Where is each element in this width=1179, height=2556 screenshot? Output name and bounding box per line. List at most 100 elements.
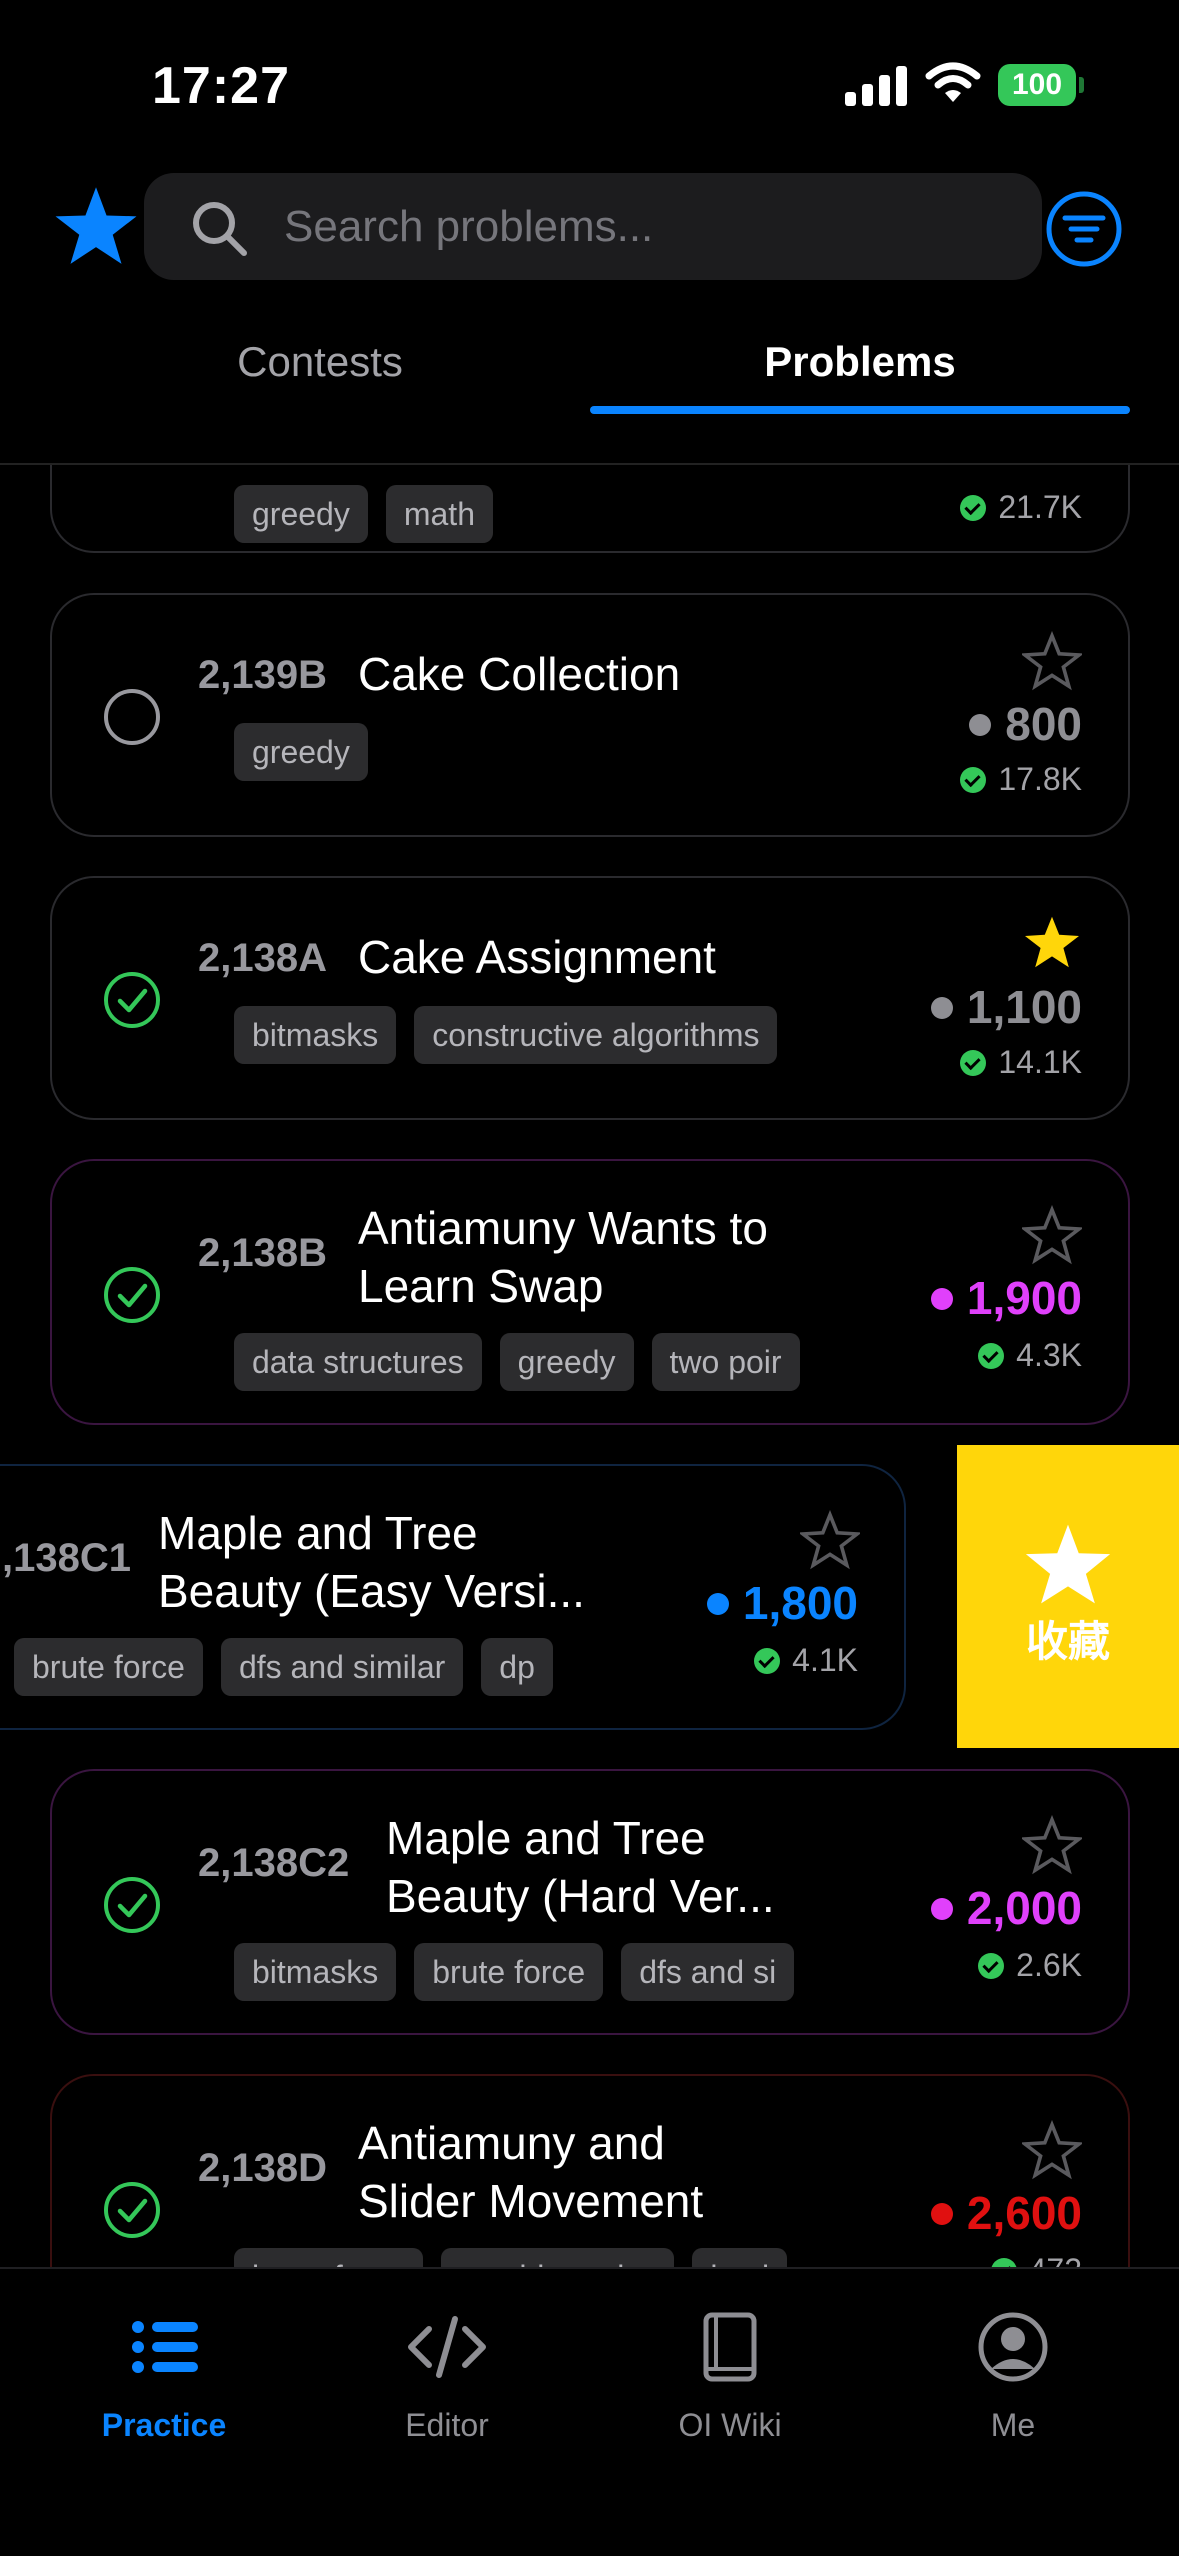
filter-icon[interactable] bbox=[1045, 190, 1123, 268]
search-input[interactable] bbox=[284, 173, 1004, 280]
solved-checkmark-icon bbox=[104, 972, 160, 1028]
solved-check-icon bbox=[978, 1953, 1005, 1979]
tab-me[interactable]: Me bbox=[873, 2269, 1153, 2469]
problem-rating: 2,600 bbox=[930, 2186, 1082, 2240]
tag-list: greedy bbox=[234, 723, 368, 783]
search-icon bbox=[193, 202, 247, 256]
tab-label: Practice bbox=[101, 2407, 227, 2443]
solved-check-icon bbox=[960, 767, 987, 793]
problem-id: 2,138A bbox=[198, 936, 327, 980]
tag: dp bbox=[481, 1638, 553, 1696]
problem-card[interactable]: 2,138D Antiamuny and Slider Movement bru… bbox=[50, 2074, 1130, 2267]
tag: brute force bbox=[414, 1943, 604, 2001]
problem-title-line: Slider Movement bbox=[358, 2175, 704, 2227]
solved-count: 2.6K bbox=[978, 1947, 1082, 1984]
active-tab-indicator bbox=[590, 406, 1130, 414]
search-bar[interactable] bbox=[144, 173, 1042, 280]
problem-title: Maple and Tree Beauty (Easy Versi... bbox=[158, 1504, 585, 1620]
cellular-signal-icon bbox=[845, 66, 907, 106]
wifi-icon bbox=[925, 62, 981, 102]
tag: greedy bbox=[234, 723, 368, 781]
problem-rating: 1,800 bbox=[706, 1576, 858, 1630]
status-time: 17:27 bbox=[152, 57, 290, 115]
favorite-star-icon[interactable] bbox=[1022, 2120, 1082, 2180]
tag-list: brute force dfs and similar dp bbox=[14, 1638, 634, 1698]
problem-title-line: Antiamuny Wants to bbox=[358, 1202, 768, 1254]
problem-id: ,138C1 bbox=[2, 1536, 131, 1580]
tag: dfs and similar bbox=[220, 1638, 464, 1696]
rating-dot bbox=[930, 996, 953, 1019]
favorite-star-filled-icon[interactable] bbox=[1022, 912, 1082, 972]
problem-title-line: Beauty (Easy Versi... bbox=[158, 1565, 585, 1617]
solved-check-icon bbox=[978, 1343, 1005, 1369]
problem-title: Maple and Tree Beauty (Hard Ver... bbox=[386, 1809, 775, 1925]
tag-list: bitmasks constructive algorithms bbox=[234, 1006, 778, 1066]
problem-card[interactable]: 2,138B Antiamuny Wants to Learn Swap dat… bbox=[50, 1159, 1130, 1425]
problem-card-swiped[interactable]: ,138C1 Maple and Tree Beauty (Easy Versi… bbox=[0, 1464, 906, 1730]
problem-title-line: Maple and Tree bbox=[158, 1507, 478, 1559]
tab-contests[interactable]: Contests bbox=[60, 338, 580, 402]
favorites-star-icon[interactable] bbox=[52, 182, 140, 270]
problem-rating: 1,100 bbox=[930, 980, 1082, 1034]
tag-list: brute force combinatorics impl bbox=[234, 2248, 834, 2267]
tab-label: Me bbox=[990, 2407, 1036, 2443]
problem-rating: 1,900 bbox=[930, 1271, 1082, 1325]
problem-rating: 800 bbox=[969, 697, 1082, 751]
solved-checkmark-icon bbox=[104, 1267, 160, 1323]
tag-list: data structures greedy two poir bbox=[234, 1333, 842, 1393]
rating-dot bbox=[930, 1897, 953, 1920]
favorite-star-icon[interactable] bbox=[1022, 631, 1082, 691]
problem-list[interactable]: greedy math 21.7K 2,139B Cake Collection… bbox=[0, 465, 1179, 2267]
person-circle-icon bbox=[978, 2312, 1048, 2382]
tag: two poir bbox=[651, 1333, 800, 1391]
tag: greedy bbox=[234, 485, 368, 543]
book-icon bbox=[703, 2312, 757, 2382]
tab-label: Editor bbox=[405, 2407, 489, 2443]
list-icon bbox=[132, 2321, 198, 2373]
status-bar: 17:27 100 bbox=[0, 0, 1179, 160]
problem-rating: 2,000 bbox=[930, 1881, 1082, 1935]
tag: brute force bbox=[234, 2248, 423, 2267]
tag: dfs and si bbox=[621, 1943, 795, 2001]
problem-title: Antiamuny Wants to Learn Swap bbox=[358, 1199, 768, 1315]
tab-editor[interactable]: Editor bbox=[307, 2269, 587, 2469]
tab-problems[interactable]: Problems bbox=[590, 338, 1130, 402]
code-icon bbox=[408, 2316, 486, 2378]
problem-card[interactable]: 2,138C2 Maple and Tree Beauty (Hard Ver.… bbox=[50, 1769, 1130, 2035]
solved-count: 17.8K bbox=[960, 761, 1082, 798]
problem-title: Antiamuny and Slider Movement bbox=[358, 2114, 703, 2230]
favorite-action-label: 收藏 bbox=[1025, 1618, 1110, 1665]
tag: impl bbox=[692, 2248, 788, 2267]
battery-icon: 100 bbox=[998, 64, 1076, 106]
solved-checkmark-icon bbox=[104, 1877, 160, 1933]
favorite-swipe-action[interactable]: 收藏 bbox=[957, 1445, 1179, 1748]
favorite-star-icon[interactable] bbox=[800, 1510, 860, 1570]
problem-card[interactable]: greedy math 21.7K bbox=[50, 465, 1130, 553]
tag-list: bitmasks brute force dfs and si bbox=[234, 1943, 834, 2003]
rating-dot bbox=[706, 1592, 729, 1615]
favorite-star-icon[interactable] bbox=[1022, 1205, 1082, 1265]
solved-check-icon bbox=[754, 1648, 781, 1674]
star-icon bbox=[1025, 1524, 1111, 1604]
problem-title: Cake Collection bbox=[358, 648, 681, 700]
tab-oi-wiki[interactable]: OI Wiki bbox=[590, 2269, 870, 2469]
favorite-star-icon[interactable] bbox=[1022, 1815, 1082, 1875]
tab-bar: Practice Editor OI Wiki Me bbox=[0, 2267, 1179, 2556]
problem-id: 2,138B bbox=[198, 1231, 327, 1275]
tab-label: OI Wiki bbox=[678, 2407, 782, 2443]
problem-title-line: Antiamuny and bbox=[358, 2117, 665, 2169]
solved-count: 14.1K bbox=[960, 1044, 1082, 1081]
tag: combinatorics bbox=[440, 2248, 675, 2267]
problem-title: Cake Assignment bbox=[358, 931, 716, 983]
rating-dot bbox=[930, 2202, 953, 2225]
tag: bitmasks bbox=[234, 1943, 397, 2001]
problem-card[interactable]: 2,138A Cake Assignment bitmasks construc… bbox=[50, 876, 1130, 1120]
tag-list: greedy math bbox=[234, 485, 493, 545]
unsolved-circle-icon bbox=[104, 689, 160, 745]
problem-card[interactable]: 2,139B Cake Collection greedy 800 17.8K bbox=[50, 593, 1130, 837]
tab-practice[interactable]: Practice bbox=[24, 2269, 304, 2469]
problem-id: 2,138D bbox=[198, 2146, 327, 2190]
battery-cap bbox=[1079, 77, 1084, 93]
solved-count: 21.7K bbox=[960, 489, 1082, 526]
rating-dot bbox=[969, 713, 992, 736]
